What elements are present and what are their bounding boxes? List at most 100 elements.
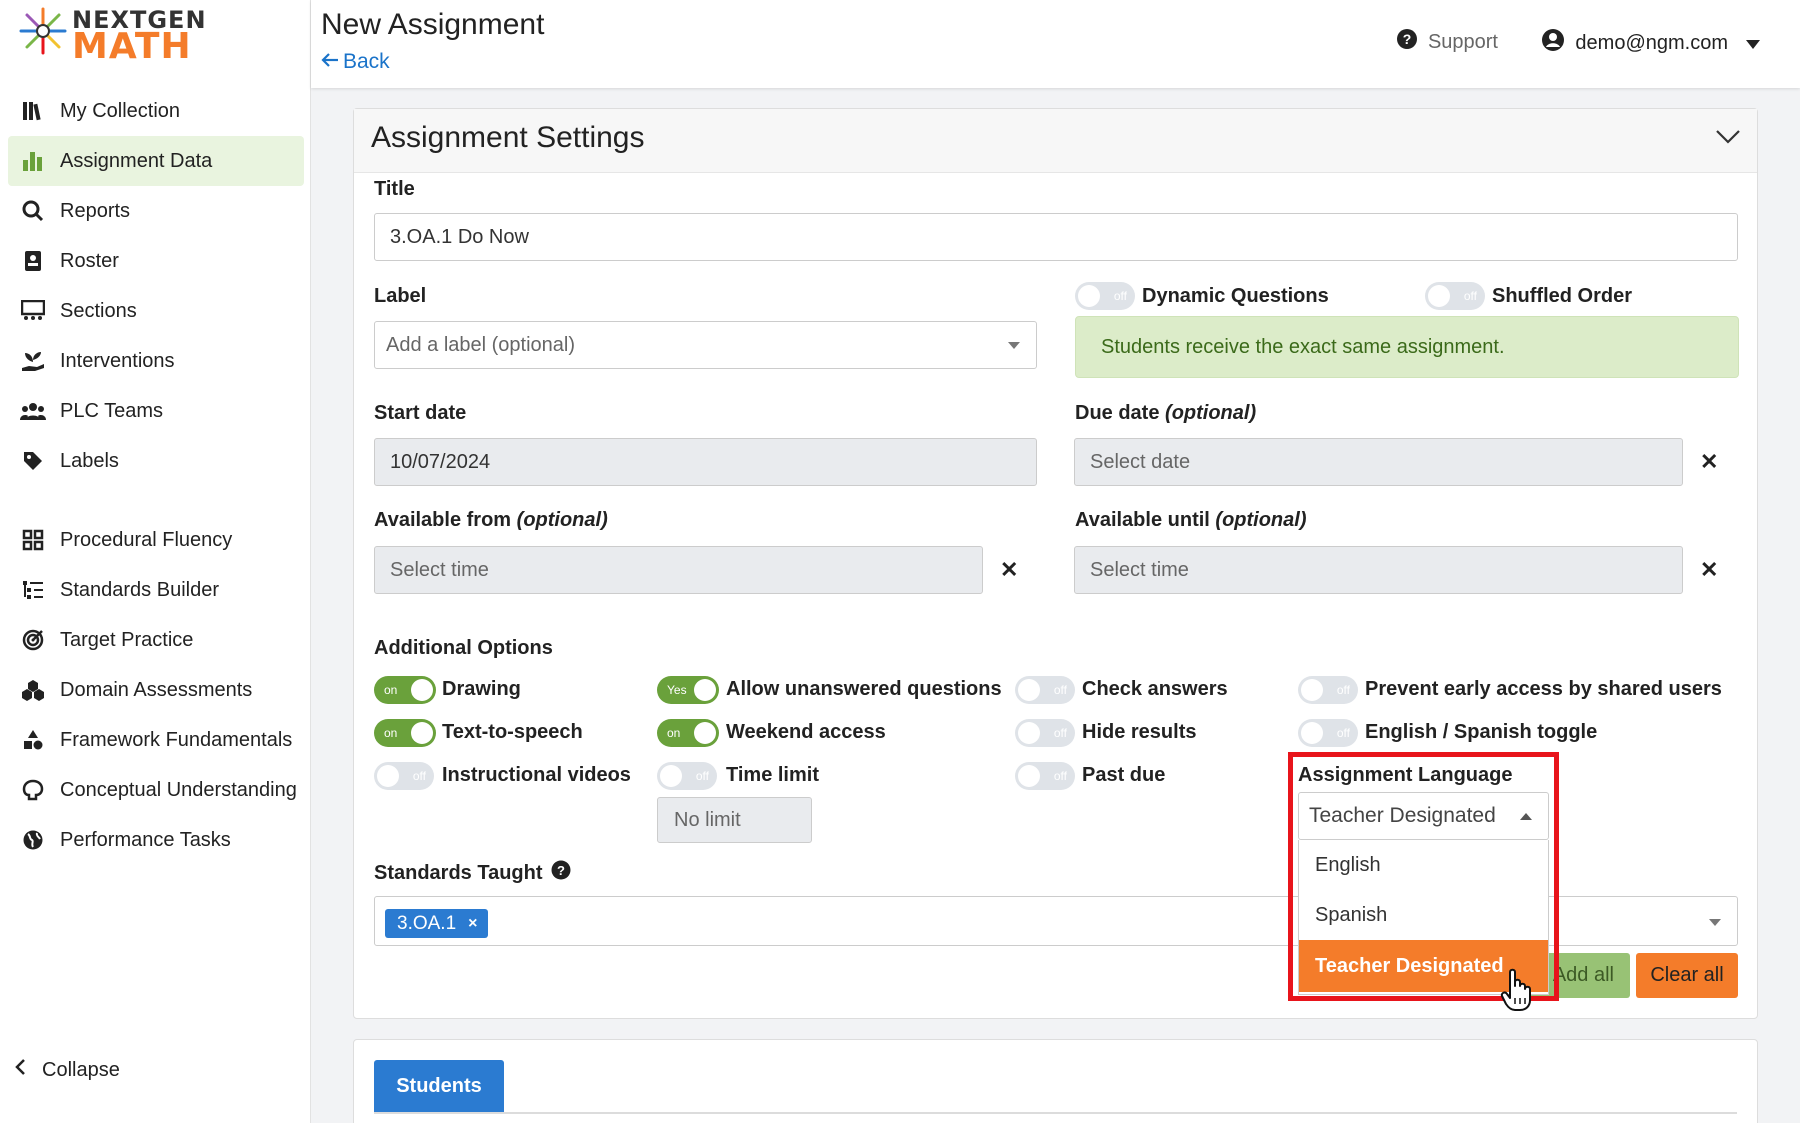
assignment-language-select[interactable]: Teacher Designated <box>1298 792 1549 840</box>
prevent-early-access-toggle[interactable]: off <box>1298 676 1358 704</box>
arrow-left-icon <box>321 50 339 74</box>
card-header[interactable]: Assignment Settings <box>354 109 1757 173</box>
books-icon <box>20 98 46 124</box>
sidebar-item-procedural-fluency[interactable]: Procedural Fluency <box>8 515 304 565</box>
label-field-label: Label <box>374 285 427 307</box>
weekend-access-toggle[interactable]: on <box>657 719 719 747</box>
sidebar-item-label: Framework Fundamentals <box>60 728 293 751</box>
shapes-icon <box>20 727 46 753</box>
available-until-input[interactable]: Select time <box>1074 546 1683 594</box>
chevron-down-icon[interactable] <box>1715 129 1741 150</box>
hand-plant-icon <box>20 348 46 374</box>
sidebar-item-performance-tasks[interactable]: Performance Tasks <box>8 815 304 865</box>
standard-chip[interactable]: 3.OA.1 × <box>385 909 488 938</box>
collapse-sidebar-button[interactable]: Collapse <box>14 1058 120 1082</box>
shuffled-order-toggle[interactable]: off <box>1425 282 1485 310</box>
title-input[interactable]: 3.OA.1 Do Now <box>374 213 1738 261</box>
students-card: Students <box>353 1039 1758 1123</box>
sidebar-item-reports[interactable]: Reports <box>8 186 304 236</box>
prevent-early-access-label: Prevent early access by shared users <box>1365 678 1722 700</box>
shuffled-order-label: Shuffled Order <box>1492 285 1633 307</box>
english-spanish-toggle[interactable]: off <box>1298 719 1358 747</box>
time-limit-toggle[interactable]: off <box>657 762 717 790</box>
sidebar-item-sections[interactable]: Sections <box>8 286 304 336</box>
due-date-input[interactable]: Select date <box>1074 438 1683 486</box>
label-select[interactable]: Add a label (optional) <box>374 321 1037 369</box>
dynamic-questions-toggle[interactable]: off <box>1075 282 1135 310</box>
hide-results-toggle[interactable]: off <box>1015 719 1075 747</box>
toggle-state: off <box>1053 769 1067 783</box>
allow-unanswered-toggle[interactable]: Yes <box>657 676 719 704</box>
back-link[interactable]: Back <box>321 50 390 74</box>
time-limit-input[interactable]: No limit <box>657 797 812 843</box>
tab-students[interactable]: Students <box>374 1060 504 1112</box>
available-until-label: Available until (optional) <box>1075 509 1307 531</box>
toggle-state: off <box>1053 726 1067 740</box>
assignment-language-value: Teacher Designated <box>1309 804 1496 827</box>
title-label: Title <box>374 178 415 200</box>
logo-text-bottom: MATH <box>72 26 192 67</box>
caret-down-icon <box>1709 919 1721 926</box>
past-due-toggle[interactable]: off <box>1015 762 1075 790</box>
sidebar-item-framework-fundamentals[interactable]: Framework Fundamentals <box>8 715 304 765</box>
tag-icon <box>20 448 46 474</box>
top-header: New Assignment Back ? Support demo@ngm.c… <box>311 0 1800 88</box>
sidebar-item-target-practice[interactable]: Target Practice <box>8 615 304 665</box>
weekend-access-label: Weekend access <box>726 721 886 743</box>
user-menu[interactable]: demo@ngm.com <box>1541 28 1760 58</box>
id-card-icon <box>20 248 46 274</box>
clear-due-date-button[interactable]: ✕ <box>1700 449 1718 475</box>
remove-chip-button[interactable]: × <box>468 915 477 933</box>
instructional-videos-toggle[interactable]: off <box>374 762 434 790</box>
instructional-videos-label: Instructional videos <box>442 764 631 786</box>
additional-options-label: Additional Options <box>374 637 553 659</box>
sidebar-item-label: Assignment Data <box>60 149 213 172</box>
clear-available-until-button[interactable]: ✕ <box>1700 557 1718 583</box>
sidebar-item-plc-teams[interactable]: PLC Teams <box>8 386 304 436</box>
drawing-toggle[interactable]: on <box>374 676 436 704</box>
sidebar-item-label: Roster <box>60 249 119 272</box>
sidebar-item-conceptual-understanding[interactable]: Conceptual Understanding <box>8 765 304 815</box>
toggle-state: off <box>1463 289 1477 303</box>
presentation-icon <box>20 298 46 324</box>
sidebar: NEXTGEN MATH My Collection Assignment Da… <box>0 0 311 1123</box>
hide-results-label: Hide results <box>1082 721 1197 743</box>
users-icon <box>20 398 46 424</box>
list-tree-icon <box>20 577 46 603</box>
globe-icon <box>20 827 46 853</box>
start-date-label: Start date <box>374 402 467 424</box>
sidebar-item-roster[interactable]: Roster <box>8 236 304 286</box>
check-answers-toggle[interactable]: off <box>1015 676 1075 704</box>
due-date-label: Due date (optional) <box>1075 402 1257 424</box>
grid-icon <box>20 527 46 553</box>
sidebar-item-labels[interactable]: Labels <box>8 436 304 486</box>
text-to-speech-toggle[interactable]: on <box>374 719 436 747</box>
available-from-input[interactable]: Select time <box>374 546 983 594</box>
clear-available-from-button[interactable]: ✕ <box>1000 557 1018 583</box>
sidebar-item-my-collection[interactable]: My Collection <box>8 86 304 136</box>
sidebar-item-label: Sections <box>60 299 137 322</box>
sidebar-item-domain-assessments[interactable]: Domain Assessments <box>8 665 304 715</box>
sidebar-item-label: Standards Builder <box>60 578 219 601</box>
sidebar-item-label: Reports <box>60 199 131 222</box>
tab-divider <box>374 1112 1737 1114</box>
text-to-speech-label: Text-to-speech <box>442 721 583 743</box>
sidebar-item-interventions[interactable]: Interventions <box>8 336 304 386</box>
page-title: New Assignment <box>321 8 545 41</box>
search-chart-icon <box>20 198 46 224</box>
toggle-state: off <box>1113 289 1127 303</box>
support-link[interactable]: ? Support <box>1396 28 1498 56</box>
start-date-input[interactable]: 10/07/2024 <box>374 438 1037 486</box>
sidebar-item-assignment-data[interactable]: Assignment Data <box>8 136 304 186</box>
sidebar-item-standards-builder[interactable]: Standards Builder <box>8 565 304 615</box>
clear-all-button[interactable]: Clear all <box>1636 953 1738 998</box>
sidebar-item-label: Performance Tasks <box>60 828 231 851</box>
language-option-english[interactable]: English <box>1299 840 1548 890</box>
nextgen-math-logo[interactable]: NEXTGEN MATH <box>14 4 206 67</box>
question-circle-icon: ? <box>1396 28 1418 56</box>
toggle-state: on <box>384 683 398 697</box>
check-answers-label: Check answers <box>1082 678 1228 700</box>
available-from-label: Available from (optional) <box>374 509 608 531</box>
help-circle-icon[interactable]: ? <box>551 860 571 886</box>
language-option-spanish[interactable]: Spanish <box>1299 890 1548 940</box>
